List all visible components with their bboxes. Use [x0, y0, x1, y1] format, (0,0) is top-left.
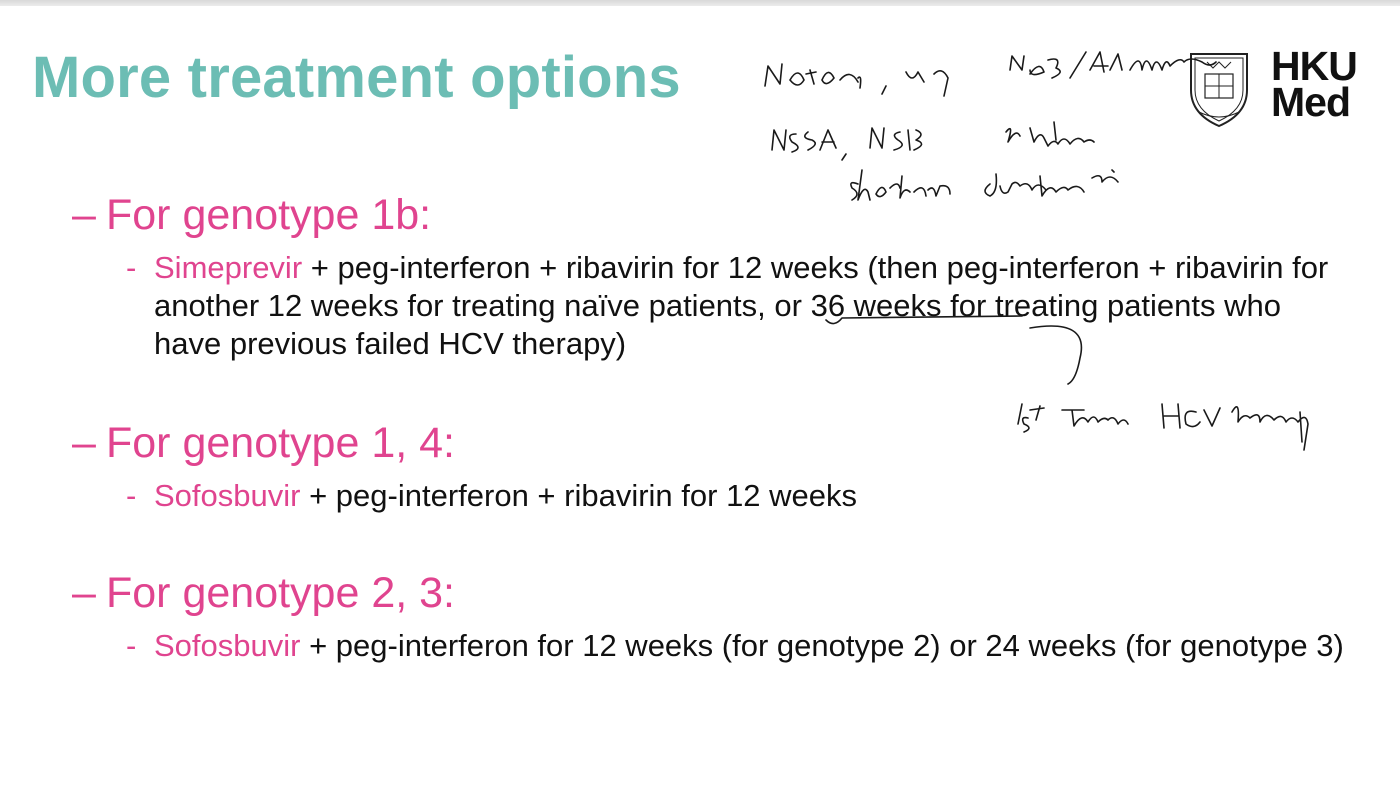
bullet-marker: - — [126, 478, 137, 513]
handwritten-note-1 — [764, 51, 1217, 97]
section-genotype-1-4: – For genotype 1, 4: - Sofosbuvir + peg-i… — [72, 418, 857, 513]
section-genotype-1b: – For genotype 1b: - Simeprevir + peg-int… — [72, 190, 1328, 361]
section-heading: – For genotype 1b: — [72, 191, 432, 239]
bullet-marker: - — [126, 628, 137, 663]
bullet-text: + peg-interferon for 12 weeks (for genot… — [300, 628, 1344, 663]
drug-name: Sofosbuvir — [154, 628, 301, 663]
bullet-marker: - — [126, 250, 137, 285]
section-heading: – For genotype 1, 4: — [72, 419, 455, 467]
hku-med-wordmark: HKU Med — [1271, 46, 1358, 125]
hku-med-logo: HKU Med — [1185, 46, 1370, 130]
bullet-item: - Sofosbuvir + peg-interferon for 12 wee… — [126, 627, 1344, 665]
heading-text: For genotype 1, 4: — [106, 419, 455, 467]
handwritten-note-2 — [771, 121, 1095, 161]
bullet-text-part2: naïve patients — [564, 288, 758, 323]
drug-name: Simeprevir — [154, 250, 303, 285]
drug-name: Sofosbuvir — [154, 478, 301, 513]
handwritten-note-3 — [850, 169, 1119, 201]
section-heading: – For genotype 2, 3: — [72, 569, 455, 617]
heading-text: For genotype 2, 3: — [106, 569, 455, 617]
heading-text: For genotype 1b: — [106, 191, 432, 239]
bullet-item: - Simeprevir + peg-interferon + ribaviri… — [126, 249, 1344, 363]
slide-title: More treatment options — [32, 45, 681, 110]
university-crest-icon — [1190, 53, 1248, 128]
handwritten-note-4 — [1017, 403, 1309, 451]
top-border — [0, 0, 1400, 6]
wordmark-line2: Med — [1271, 79, 1351, 125]
bullet-item: - Sofosbuvir + peg-interferon + ribaviri… — [126, 477, 1344, 515]
section-genotype-2-3: – For genotype 2, 3: - Sofosbuvir + peg-i… — [72, 568, 1344, 663]
bullet-text: + peg-interferon + ribavirin for 12 week… — [300, 478, 858, 513]
